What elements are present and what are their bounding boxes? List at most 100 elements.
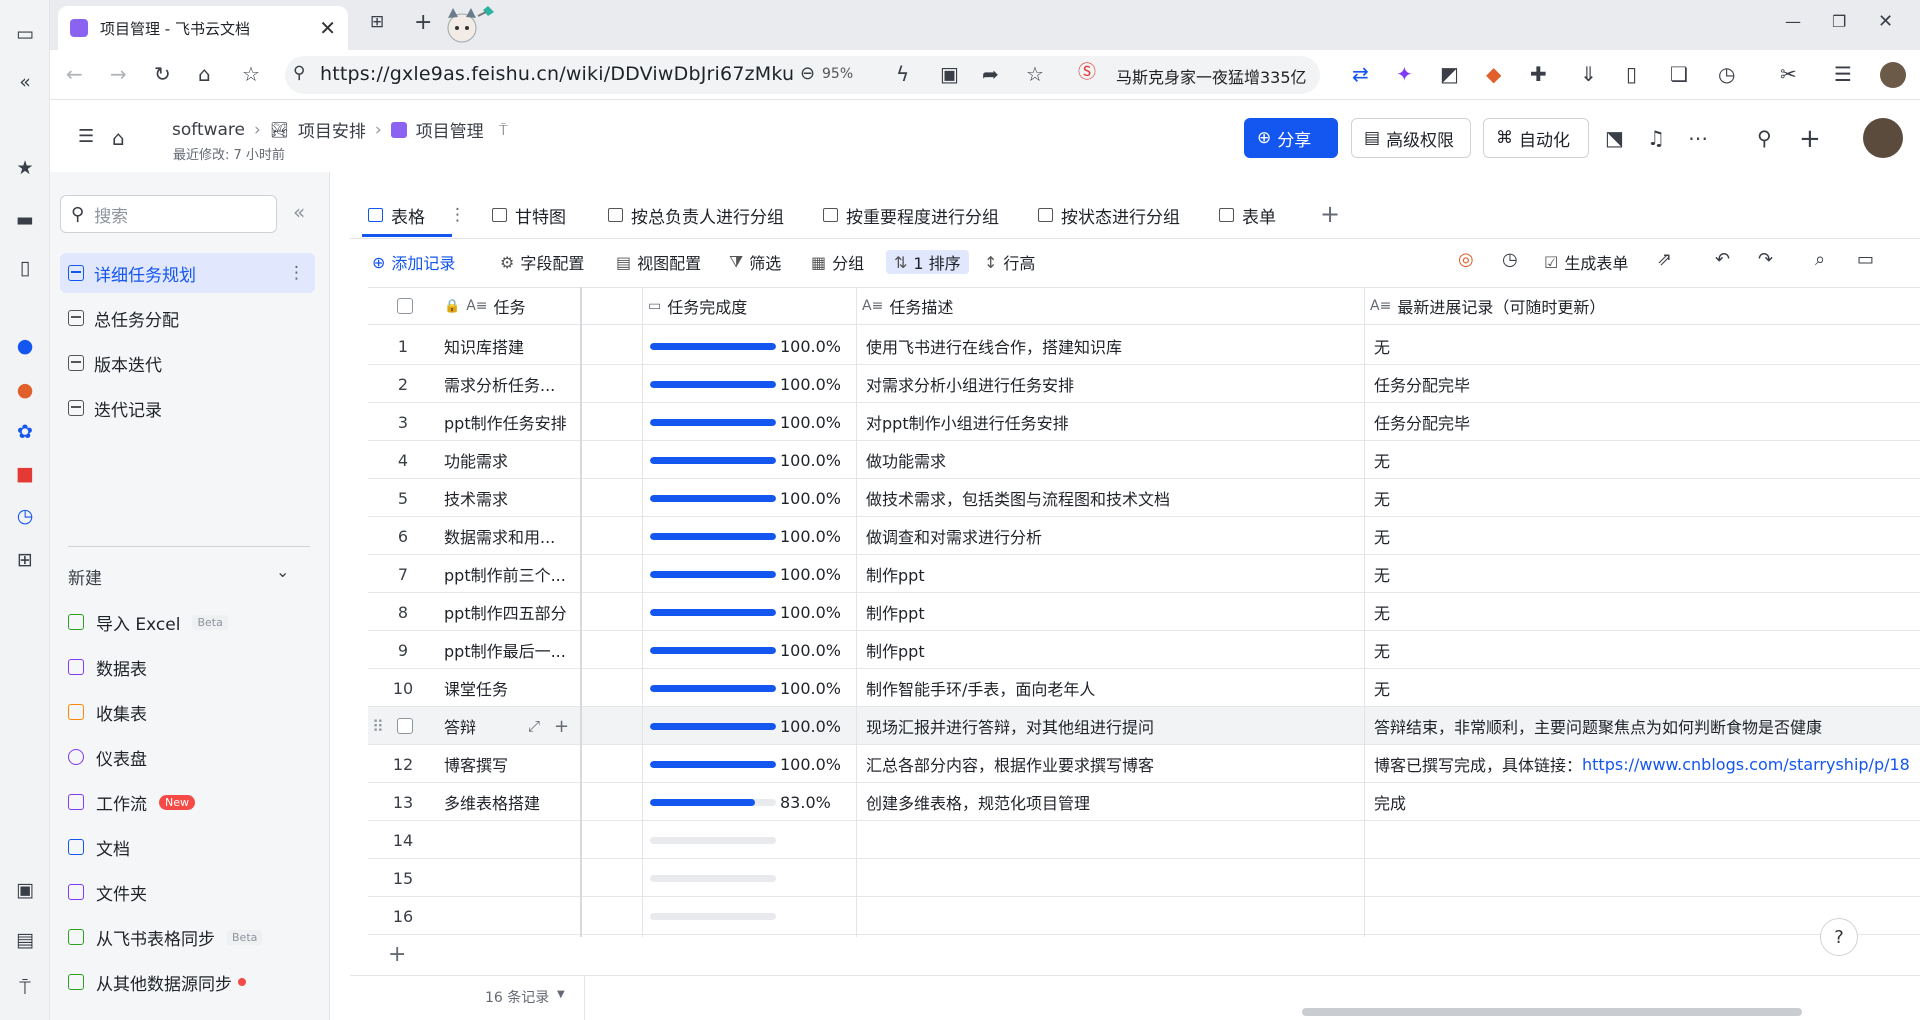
sort-button[interactable]: ⇅ 1 排序	[886, 250, 969, 274]
table-row[interactable]: 4 功能需求 100.0% 做功能需求无	[368, 441, 1920, 479]
task-cell[interactable]: 数据需求和用...	[444, 517, 574, 555]
filter-button[interactable]: ⧩ 筛选	[729, 250, 781, 274]
record-count[interactable]: 16 条记录	[485, 987, 549, 1007]
mobile-icon[interactable]: ▯	[1626, 64, 1637, 84]
update-cell[interactable]: 无	[1374, 631, 1920, 669]
close-window-icon[interactable]: ✕	[1878, 13, 1893, 31]
tab-grid-view[interactable]: 表格 ⋮	[368, 200, 466, 230]
tab-group-by-status[interactable]: 按状态进行分组	[1038, 200, 1180, 230]
chevron-down-icon[interactable]: ⌄	[276, 564, 289, 580]
clock-icon[interactable]: ◷	[13, 504, 37, 528]
advanced-permission-button[interactable]: ▤ 高级权限	[1351, 118, 1471, 158]
collapse-icon[interactable]: «	[13, 70, 37, 94]
update-cell[interactable]: 无	[1374, 517, 1920, 555]
table-row[interactable]: 13 多维表格搭建 83.0% 创建多维表格，规范化项目管理 完成	[368, 783, 1920, 821]
table-row[interactable]: 16	[368, 897, 1920, 935]
task-cell[interactable]: ppt制作前三个...	[444, 555, 574, 593]
sidebar-item-task-allocation[interactable]: 总任务分配	[60, 298, 315, 338]
new-sync-other-source[interactable]: 从其他数据源同步	[68, 962, 246, 1002]
description-cell[interactable]: 汇总各部分内容，根据作业要求撰写博客	[866, 745, 1356, 783]
plugin-icon[interactable]: ⬔	[1605, 128, 1624, 148]
ai-ring-icon[interactable]: ◎	[1458, 251, 1474, 269]
description-cell[interactable]: 做调查和对需求进行分析	[866, 517, 1356, 555]
table-row[interactable]: ⠿ 答辩 ⤢ +100.0% 现场汇报并进行答辩，对其他组进行提问 答辩结束，非常顺利，主…	[368, 707, 1920, 745]
undo-icon[interactable]: ↶	[1715, 251, 1730, 269]
update-cell[interactable]: 无	[1374, 327, 1920, 365]
tab-group-by-importance[interactable]: 按重要程度进行分组	[823, 200, 999, 230]
plus-box-icon[interactable]: ⊞	[13, 548, 37, 572]
redo-icon[interactable]: ↷	[1758, 251, 1773, 269]
table-row[interactable]: 9 ppt制作最后一... 100.0% 制作ppt 无	[368, 631, 1920, 669]
new-form[interactable]: 收集表	[68, 692, 147, 732]
update-cell[interactable]: 答辩结束，非常顺利，主要问题聚焦点为如何判断食物是否健康	[1374, 707, 1920, 745]
task-cell[interactable]: ppt制作最后一...	[444, 631, 574, 669]
task-cell[interactable]: ppt制作任务安排	[444, 403, 574, 441]
bell-icon[interactable]: ♫	[1647, 128, 1665, 148]
news-app-icon[interactable]: ■	[13, 462, 37, 486]
add-record-button[interactable]: ⊕ 添加记录	[372, 250, 455, 274]
folder-icon[interactable]: ▬	[13, 208, 37, 232]
tab-close-icon[interactable]: ✕	[319, 16, 336, 40]
description-cell[interactable]: 对需求分析小组进行任务安排	[866, 365, 1356, 403]
task-cell[interactable]	[444, 859, 574, 897]
update-cell[interactable]: 无	[1374, 555, 1920, 593]
reload-icon[interactable]: ↻	[154, 64, 171, 84]
task-cell[interactable]: 需求分析任务...	[444, 365, 574, 403]
breadcrumb-project-plan[interactable]: 项目安排	[298, 117, 366, 142]
puzzle-icon[interactable]: ✚	[1530, 64, 1547, 84]
description-cell[interactable]: 做功能需求	[866, 441, 1356, 479]
column-header-description[interactable]: A≡ 任务描述	[862, 287, 953, 325]
task-cell[interactable]	[444, 897, 574, 935]
table-row[interactable]: 15	[368, 859, 1920, 897]
update-cell[interactable]: 完成	[1374, 783, 1920, 821]
outline-icon[interactable]: ☰	[78, 128, 94, 146]
folder-settings-icon[interactable]: ▣	[13, 878, 37, 902]
table-row[interactable]: 8 ppt制作四五部分 100.0% 制作ppt 无	[368, 593, 1920, 631]
ai-sparkle-icon[interactable]: ✦	[1396, 64, 1413, 84]
description-cell[interactable]: 制作ppt	[866, 555, 1356, 593]
task-cell[interactable]: ppt制作四五部分	[444, 593, 574, 631]
help-button[interactable]: ?	[1820, 918, 1858, 956]
new-folder[interactable]: 文件夹	[68, 872, 147, 912]
sidebar-item-iteration-record[interactable]: 迭代记录	[60, 388, 315, 428]
breadcrumb-project-management[interactable]: 项目管理	[416, 117, 484, 142]
download-icon[interactable]: ⇓	[1580, 64, 1597, 84]
row-checkbox[interactable]	[397, 718, 413, 734]
forward-icon[interactable]: →	[110, 64, 127, 84]
table-row[interactable]: 10 课堂任务 100.0% 制作智能手环/手表，面向老年人无	[368, 669, 1920, 707]
update-cell[interactable]: 无	[1374, 593, 1920, 631]
table-row[interactable]: 6 数据需求和用... 100.0% 做调查和对需求进行分析无	[368, 517, 1920, 555]
pin-doc-icon[interactable]: ⍑	[499, 121, 508, 139]
table-row[interactable]: 1 知识库搭建 100.0% 使用飞书进行在线合作，搭建知识库无	[368, 327, 1920, 365]
bag-icon[interactable]: ▤	[13, 928, 37, 952]
screenshot-icon[interactable]: ▣	[940, 64, 959, 84]
tab-gantt[interactable]: 甘特图	[492, 200, 566, 230]
task-cell[interactable]: 博客撰写	[444, 745, 574, 783]
task-cell[interactable]: 技术需求	[444, 479, 574, 517]
search-app-icon[interactable]: ●	[13, 334, 37, 358]
news-ticker[interactable]: 马斯克身家一夜猛增335亿	[1116, 64, 1307, 88]
history-icon[interactable]: ◷	[1502, 251, 1518, 269]
home-icon[interactable]: ⌂	[198, 64, 211, 84]
scissors-icon[interactable]: ✂	[1780, 64, 1797, 84]
new-data-table[interactable]: 数据表	[68, 647, 147, 687]
description-cell[interactable]: 现场汇报并进行答辩，对其他组进行提问	[866, 707, 1356, 745]
description-cell[interactable]: 做技术需求，包括类图与流程图和技术文档	[866, 479, 1356, 517]
table-row[interactable]: 14	[368, 821, 1920, 859]
bookmark-star-icon[interactable]: ☆	[242, 64, 260, 84]
restore-icon[interactable]: ❐	[1832, 14, 1846, 30]
table-row[interactable]: 3 ppt制作任务安排 100.0% 对ppt制作小组进行任务安排 任务分配完毕	[368, 403, 1920, 441]
task-cell[interactable]: 课堂任务	[444, 669, 574, 707]
add-view-icon[interactable]: +	[1320, 202, 1340, 226]
expand-icon[interactable]: ⤢	[528, 707, 540, 745]
update-cell[interactable]: 无	[1374, 669, 1920, 707]
update-cell[interactable]: 无	[1374, 441, 1920, 479]
update-cell[interactable]	[1374, 859, 1920, 897]
extension-icon[interactable]: ◩	[1440, 64, 1459, 84]
table-row[interactable]: 2 需求分析任务... 100.0% 对需求分析小组进行任务安排 任务分配完毕	[368, 365, 1920, 403]
add-icon[interactable]: +	[1799, 126, 1821, 152]
description-cell[interactable]: 制作ppt	[866, 631, 1356, 669]
star-icon[interactable]: ★	[13, 156, 37, 180]
user-avatar[interactable]	[1863, 118, 1903, 158]
column-header-latest-update[interactable]: A≡ 最新进展记录（可随时更新）	[1370, 287, 1605, 325]
